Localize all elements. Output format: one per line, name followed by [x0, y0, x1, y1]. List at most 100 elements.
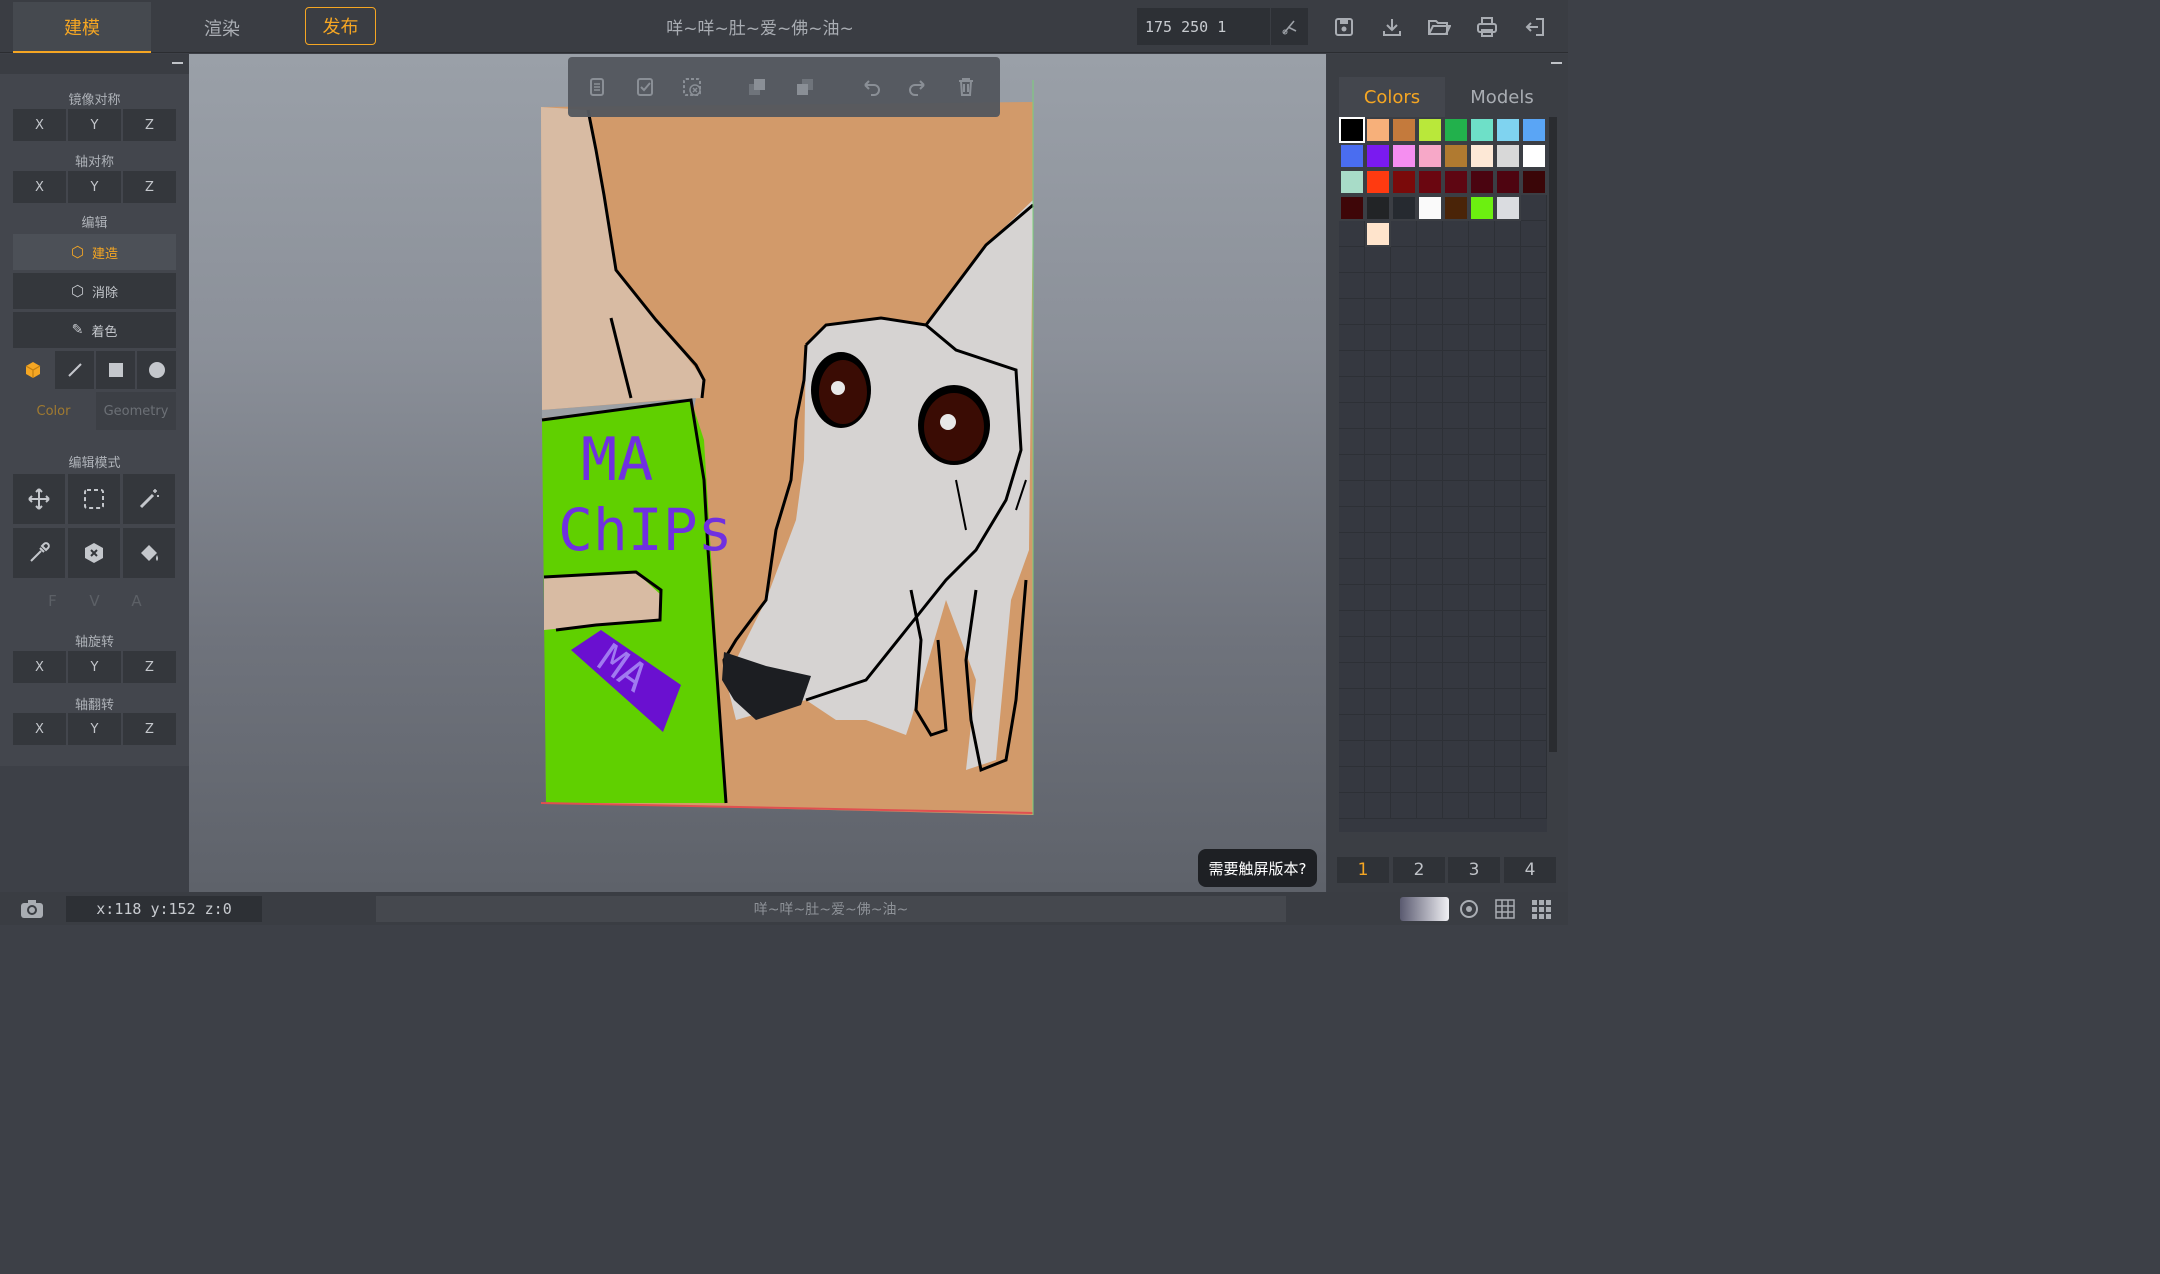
- palette-swatch[interactable]: [1365, 741, 1391, 767]
- palette-swatch[interactable]: [1521, 351, 1547, 377]
- palette-swatch[interactable]: [1443, 741, 1469, 767]
- vertex-mode-button[interactable]: V: [75, 588, 114, 614]
- palette-swatch[interactable]: [1469, 559, 1495, 585]
- palette-swatch[interactable]: [1417, 403, 1443, 429]
- palette-swatch[interactable]: [1417, 299, 1443, 325]
- palette-swatch[interactable]: [1365, 221, 1391, 247]
- paste-icon[interactable]: [631, 73, 659, 101]
- palette-swatch[interactable]: [1469, 299, 1495, 325]
- undo-icon[interactable]: [857, 73, 885, 101]
- palette-swatch[interactable]: [1339, 403, 1365, 429]
- palette-swatch[interactable]: [1469, 455, 1495, 481]
- palette-swatch[interactable]: [1391, 663, 1417, 689]
- palette-swatch[interactable]: [1495, 481, 1521, 507]
- palette-swatch[interactable]: [1443, 377, 1469, 403]
- tab-colors[interactable]: Colors: [1339, 77, 1445, 117]
- palette-swatch[interactable]: [1339, 585, 1365, 611]
- mirror-y-button[interactable]: Y: [68, 109, 121, 141]
- palette-swatch[interactable]: [1339, 143, 1365, 169]
- palette-swatch[interactable]: [1521, 429, 1547, 455]
- palette-swatch[interactable]: [1365, 117, 1391, 143]
- palette-swatch[interactable]: [1391, 637, 1417, 663]
- palette-swatch[interactable]: [1521, 663, 1547, 689]
- palette-swatch[interactable]: [1469, 741, 1495, 767]
- palette-swatch[interactable]: [1339, 195, 1365, 221]
- palette-swatch[interactable]: [1521, 533, 1547, 559]
- palette-swatch[interactable]: [1469, 429, 1495, 455]
- palette-swatch[interactable]: [1469, 715, 1495, 741]
- palette-swatch[interactable]: [1521, 325, 1547, 351]
- palette-swatch[interactable]: [1391, 377, 1417, 403]
- target-icon[interactable]: [1457, 897, 1481, 921]
- palette-swatch[interactable]: [1469, 143, 1495, 169]
- palette-swatch[interactable]: [1365, 403, 1391, 429]
- palette-swatch[interactable]: [1391, 559, 1417, 585]
- paint-button[interactable]: ✎ 着色: [13, 312, 176, 348]
- palette-swatch[interactable]: [1443, 143, 1469, 169]
- palette-page-1[interactable]: 1: [1337, 857, 1389, 883]
- palette-swatch[interactable]: [1443, 299, 1469, 325]
- palette-swatch[interactable]: [1417, 117, 1443, 143]
- mirror-x-button[interactable]: X: [13, 109, 66, 141]
- palette-swatch[interactable]: [1495, 559, 1521, 585]
- palette-swatch[interactable]: [1469, 767, 1495, 793]
- palette-swatch[interactable]: [1521, 689, 1547, 715]
- palette-swatch[interactable]: [1443, 559, 1469, 585]
- collapse-icon[interactable]: [172, 62, 183, 64]
- palette-swatch[interactable]: [1339, 481, 1365, 507]
- palette-swatch[interactable]: [1417, 767, 1443, 793]
- palette-swatch[interactable]: [1521, 143, 1547, 169]
- remove-hexagon-icon[interactable]: [68, 528, 120, 578]
- palette-swatch[interactable]: [1443, 325, 1469, 351]
- flip-x-button[interactable]: X: [13, 713, 66, 745]
- palette-swatch[interactable]: [1365, 481, 1391, 507]
- palette-swatch[interactable]: [1365, 247, 1391, 273]
- palette-swatch[interactable]: [1443, 689, 1469, 715]
- palette-swatch[interactable]: [1339, 793, 1365, 819]
- marquee-select-icon[interactable]: [68, 474, 120, 524]
- palette-swatch[interactable]: [1339, 767, 1365, 793]
- color-tab[interactable]: Color: [13, 392, 94, 430]
- rotate-z-button[interactable]: Z: [123, 651, 176, 683]
- touch-version-tooltip[interactable]: 需要触屏版本?: [1198, 849, 1317, 887]
- palette-swatch[interactable]: [1391, 195, 1417, 221]
- save-icon[interactable]: [1329, 12, 1359, 42]
- palette-swatch[interactable]: [1495, 507, 1521, 533]
- palette-swatch[interactable]: [1391, 793, 1417, 819]
- palette-swatch[interactable]: [1443, 585, 1469, 611]
- palette-swatch[interactable]: [1495, 741, 1521, 767]
- palette-swatch[interactable]: [1365, 663, 1391, 689]
- flip-y-button[interactable]: Y: [68, 713, 121, 745]
- tab-rendering[interactable]: 渲染: [153, 2, 291, 53]
- palette-swatch[interactable]: [1469, 585, 1495, 611]
- palette-swatch[interactable]: [1469, 221, 1495, 247]
- palette-swatch[interactable]: [1521, 767, 1547, 793]
- palette-swatch[interactable]: [1469, 507, 1495, 533]
- paint-bucket-icon[interactable]: [123, 528, 175, 578]
- palette-swatch[interactable]: [1339, 637, 1365, 663]
- palette-swatch[interactable]: [1521, 559, 1547, 585]
- palette-swatch[interactable]: [1495, 299, 1521, 325]
- palette-swatch[interactable]: [1417, 689, 1443, 715]
- palette-swatch[interactable]: [1417, 429, 1443, 455]
- palette-swatch[interactable]: [1391, 533, 1417, 559]
- palette-swatch[interactable]: [1391, 403, 1417, 429]
- palette-swatch[interactable]: [1339, 715, 1365, 741]
- palette-swatch[interactable]: [1391, 715, 1417, 741]
- palette-swatch[interactable]: [1365, 455, 1391, 481]
- palette-swatch[interactable]: [1521, 455, 1547, 481]
- send-backward-icon[interactable]: [791, 73, 819, 101]
- palette-swatch[interactable]: [1365, 585, 1391, 611]
- palette-swatch[interactable]: [1521, 715, 1547, 741]
- palette-swatch[interactable]: [1339, 221, 1365, 247]
- axis-sym-x-button[interactable]: X: [13, 171, 66, 203]
- palette-swatch[interactable]: [1417, 715, 1443, 741]
- palette-swatch[interactable]: [1365, 559, 1391, 585]
- palette-swatch[interactable]: [1391, 117, 1417, 143]
- palette-swatch[interactable]: [1521, 169, 1547, 195]
- palette-swatch[interactable]: [1391, 741, 1417, 767]
- palette-swatch[interactable]: [1365, 767, 1391, 793]
- palette-page-3[interactable]: 3: [1448, 857, 1500, 883]
- palette-swatch[interactable]: [1339, 689, 1365, 715]
- palette-swatch[interactable]: [1469, 663, 1495, 689]
